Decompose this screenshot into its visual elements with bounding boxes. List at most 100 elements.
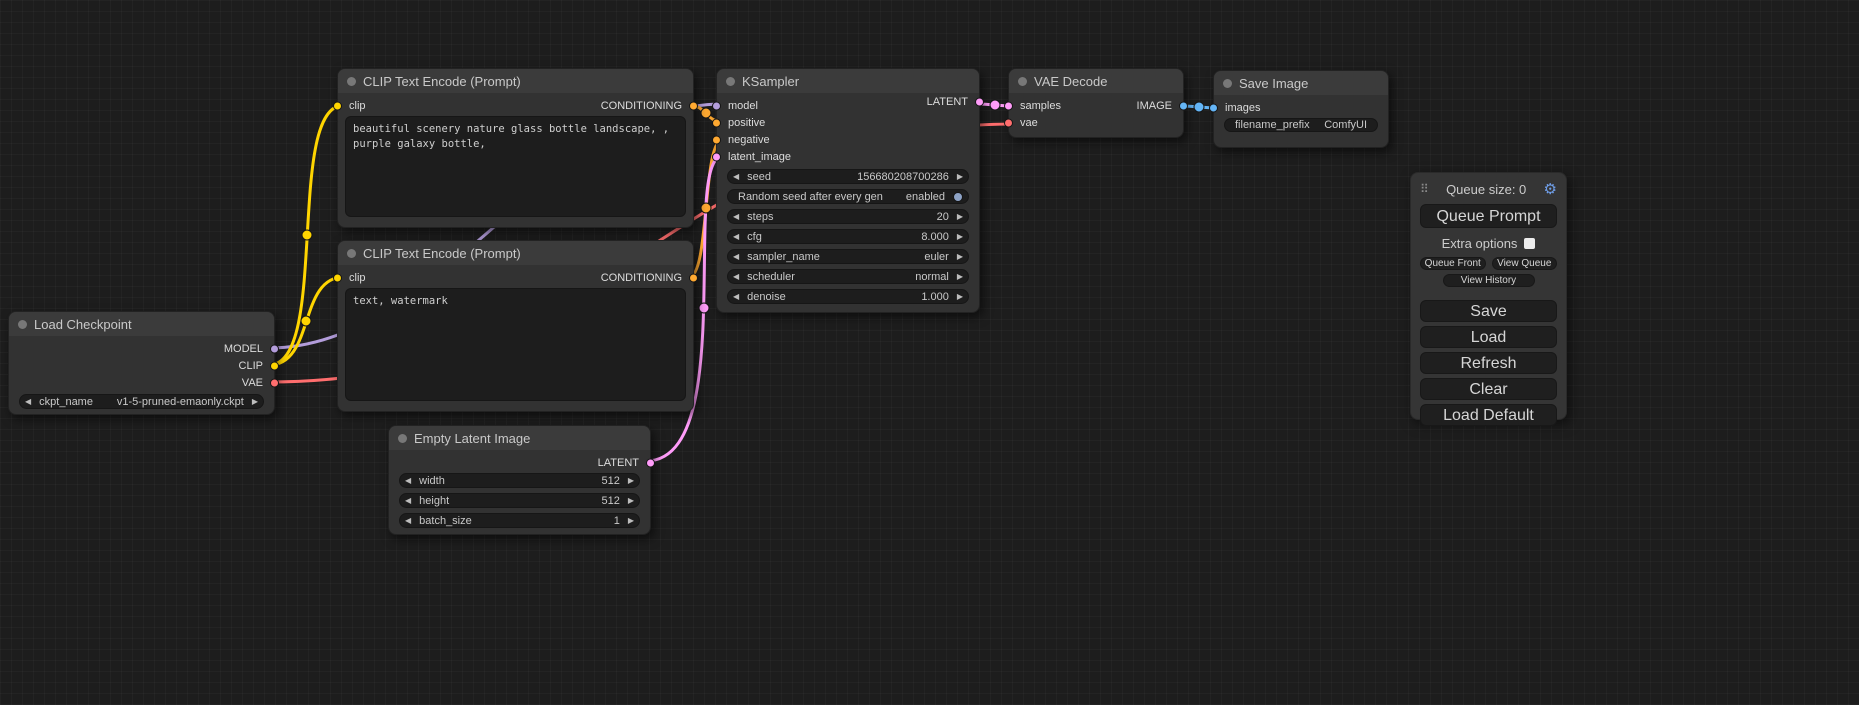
node-title: Save Image (1239, 76, 1308, 91)
image-output-socket[interactable] (1179, 101, 1188, 110)
vae-output-socket[interactable] (270, 378, 279, 387)
random-seed-toggle[interactable]: Random seed after every gen enabled (727, 189, 969, 204)
collapse-dot[interactable] (726, 77, 735, 86)
view-queue-button[interactable]: View Queue (1492, 257, 1558, 270)
next-arrow-icon[interactable]: ▶ (252, 398, 258, 406)
cfg-widget[interactable]: ◀ cfg 8.000 ▶ (727, 229, 969, 244)
output-slot-clip: CLIP (9, 357, 274, 374)
filename-prefix-widget[interactable]: filename_prefix ComfyUI (1224, 118, 1378, 132)
increment-arrow-icon[interactable]: ▶ (628, 517, 634, 525)
view-history-button[interactable]: View History (1443, 274, 1535, 287)
clip-input-socket[interactable] (333, 101, 342, 110)
samples-input-socket[interactable] (1004, 101, 1013, 110)
node-graph-canvas[interactable]: Load Checkpoint MODEL CLIP VAE ◀ ckpt_na… (0, 0, 1859, 705)
increment-arrow-icon[interactable]: ▶ (628, 477, 634, 485)
increment-arrow-icon[interactable]: ▶ (957, 233, 963, 241)
clear-button[interactable]: Clear (1420, 378, 1557, 400)
node-titlebar[interactable]: KSampler (717, 69, 979, 93)
settings-gear-icon[interactable]: ⚙ (1544, 180, 1557, 198)
positive-input-socket[interactable] (712, 118, 721, 127)
decrement-arrow-icon[interactable]: ◀ (733, 293, 739, 301)
node-title: KSampler (742, 74, 799, 89)
collapse-dot[interactable] (347, 249, 356, 258)
queue-prompt-button[interactable]: Queue Prompt (1420, 204, 1557, 228)
decrement-arrow-icon[interactable]: ◀ (733, 213, 739, 221)
height-widget[interactable]: ◀ height 512 ▶ (399, 493, 640, 508)
clip-input-socket[interactable] (333, 273, 342, 282)
wire-midpoint-dot (701, 108, 711, 118)
node-title: CLIP Text Encode (Prompt) (363, 246, 521, 261)
increment-arrow-icon[interactable]: ▶ (957, 173, 963, 181)
input-slot-positive: positive (717, 114, 979, 131)
model-input-socket[interactable] (712, 101, 721, 110)
input-slot-latent-image: latent_image (717, 148, 979, 165)
node-empty-latent-image[interactable]: Empty Latent Image LATENT ◀ width 512 ▶ … (388, 425, 651, 535)
denoise-widget[interactable]: ◀ denoise 1.000 ▶ (727, 289, 969, 304)
output-slot-latent: LATENT (389, 454, 650, 471)
prev-arrow-icon[interactable]: ◀ (733, 273, 739, 281)
workflow-buttons: Save Load Refresh Clear Load Default (1420, 300, 1557, 426)
node-vae-decode[interactable]: VAE Decode samples IMAGE vae (1008, 68, 1184, 138)
collapse-dot[interactable] (1223, 79, 1232, 88)
node-clip-text-encode-positive[interactable]: CLIP Text Encode (Prompt) clip CONDITION… (337, 68, 694, 228)
vae-input-socket[interactable] (1004, 118, 1013, 127)
decrement-arrow-icon[interactable]: ◀ (733, 173, 739, 181)
conditioning-output-socket[interactable] (689, 273, 698, 282)
drag-handle-icon[interactable]: ⠿ (1420, 182, 1429, 196)
node-clip-text-encode-negative[interactable]: CLIP Text Encode (Prompt) clip CONDITION… (337, 240, 694, 412)
latent-image-input-socket[interactable] (712, 152, 721, 161)
node-titlebar[interactable]: VAE Decode (1009, 69, 1183, 93)
toggle-dot-icon[interactable] (953, 192, 963, 202)
node-ksampler[interactable]: KSampler LATENT model positive negative … (716, 68, 980, 313)
width-widget[interactable]: ◀ width 512 ▶ (399, 473, 640, 488)
negative-input-socket[interactable] (712, 135, 721, 144)
negative-prompt-text[interactable]: text, watermark (345, 288, 686, 401)
collapse-dot[interactable] (1018, 77, 1027, 86)
collapse-dot[interactable] (398, 434, 407, 443)
ckpt-name-widget[interactable]: ◀ ckpt_name v1-5-pruned-emaonly.ckpt ▶ (19, 394, 264, 409)
conditioning-output-socket[interactable] (689, 101, 698, 110)
node-title: VAE Decode (1034, 74, 1107, 89)
seed-widget[interactable]: ◀ seed 156680208700286 ▶ (727, 169, 969, 184)
load-default-button[interactable]: Load Default (1420, 404, 1557, 426)
wire-midpoint-dot (990, 100, 1000, 110)
increment-arrow-icon[interactable]: ▶ (628, 497, 634, 505)
node-titlebar[interactable]: Load Checkpoint (9, 312, 274, 336)
decrement-arrow-icon[interactable]: ◀ (733, 233, 739, 241)
decrement-arrow-icon[interactable]: ◀ (405, 517, 411, 525)
node-titlebar[interactable]: CLIP Text Encode (Prompt) (338, 241, 693, 265)
sampler-name-widget[interactable]: ◀ sampler_name euler ▶ (727, 249, 969, 264)
images-input-socket[interactable] (1209, 103, 1218, 112)
queue-small-buttons: Queue Front View Queue (1420, 257, 1557, 270)
extra-options-checkbox[interactable] (1524, 238, 1535, 249)
positive-prompt-text[interactable]: beautiful scenery nature glass bottle la… (345, 116, 686, 217)
latent-output-socket[interactable] (646, 458, 655, 467)
decrement-arrow-icon[interactable]: ◀ (405, 497, 411, 505)
refresh-button[interactable]: Refresh (1420, 352, 1557, 374)
increment-arrow-icon[interactable]: ▶ (957, 293, 963, 301)
queue-front-button[interactable]: Queue Front (1420, 257, 1486, 270)
scheduler-widget[interactable]: ◀ scheduler normal ▶ (727, 269, 969, 284)
model-output-socket[interactable] (270, 344, 279, 353)
node-titlebar[interactable]: CLIP Text Encode (Prompt) (338, 69, 693, 93)
input-slot-vae: vae (1009, 114, 1183, 131)
next-arrow-icon[interactable]: ▶ (957, 273, 963, 281)
node-load-checkpoint[interactable]: Load Checkpoint MODEL CLIP VAE ◀ ckpt_na… (8, 311, 275, 415)
prev-arrow-icon[interactable]: ◀ (25, 398, 31, 406)
node-titlebar[interactable]: Empty Latent Image (389, 426, 650, 450)
steps-widget[interactable]: ◀ steps 20 ▶ (727, 209, 969, 224)
decrement-arrow-icon[interactable]: ◀ (405, 477, 411, 485)
load-button[interactable]: Load (1420, 326, 1557, 348)
node-save-image[interactable]: Save Image images filename_prefix ComfyU… (1213, 70, 1389, 148)
input-slot-images: images (1214, 99, 1388, 116)
collapse-dot[interactable] (347, 77, 356, 86)
next-arrow-icon[interactable]: ▶ (957, 253, 963, 261)
prev-arrow-icon[interactable]: ◀ (733, 253, 739, 261)
node-titlebar[interactable]: Save Image (1214, 71, 1388, 95)
batch-size-widget[interactable]: ◀ batch_size 1 ▶ (399, 513, 640, 528)
increment-arrow-icon[interactable]: ▶ (957, 213, 963, 221)
collapse-dot[interactable] (18, 320, 27, 329)
clip-output-socket[interactable] (270, 361, 279, 370)
extra-options-label: Extra options (1442, 236, 1518, 251)
save-button[interactable]: Save (1420, 300, 1557, 322)
